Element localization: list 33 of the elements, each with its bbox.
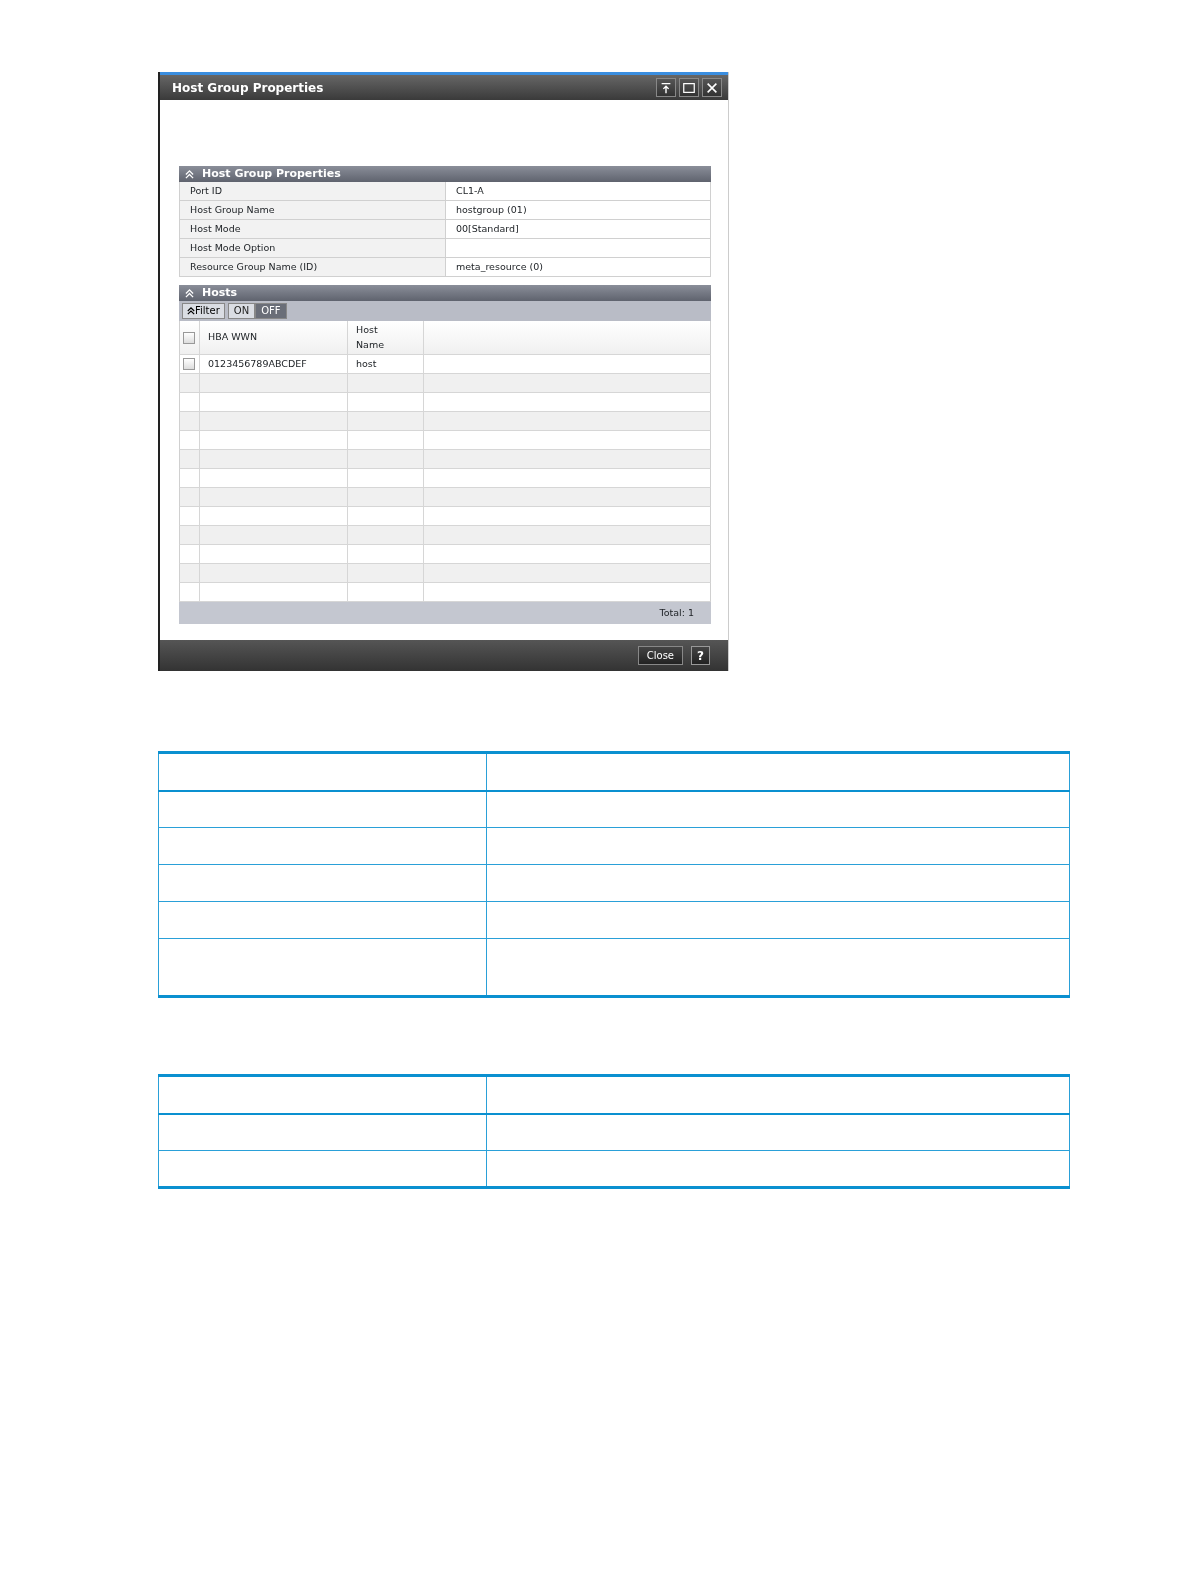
pin-button[interactable] <box>656 78 676 97</box>
filter-toggle[interactable]: ON <box>227 303 256 319</box>
close-icon <box>705 80 719 95</box>
property-label: Host Mode Option <box>180 239 446 257</box>
checkbox[interactable] <box>183 358 195 370</box>
property-label: Port ID <box>180 182 446 200</box>
property-label: Host Mode <box>180 220 446 238</box>
table-cell-text: host <box>356 356 377 371</box>
property-value: CL1-A <box>455 183 485 198</box>
close-button[interactable] <box>702 78 722 97</box>
collapse-icon[interactable] <box>185 169 194 179</box>
property-value: 00[Standard] <box>455 221 520 236</box>
close-button[interactable]: Close <box>637 646 683 665</box>
filter-toggle[interactable]: OFF <box>255 303 287 319</box>
column-header[interactable]: HBA WWN <box>208 330 258 345</box>
collapse-icon <box>187 307 195 315</box>
property-value: hostgroup (01) <box>455 202 528 217</box>
property-label: Resource Group Name (ID) <box>180 258 446 276</box>
table-cell-text: 0123456789ABCDEF <box>208 356 307 371</box>
section-title: Host Group Properties <box>202 165 341 182</box>
maximize-icon <box>682 80 696 95</box>
section-title: Hosts <box>202 284 238 301</box>
checkbox[interactable] <box>183 331 195 344</box>
property-value: meta_resource (0) <box>455 259 544 274</box>
collapse-icon[interactable] <box>185 288 194 298</box>
column-header[interactable]: Host Name <box>356 323 396 352</box>
property-label: Host Group Name <box>180 201 446 219</box>
window-title: Host Group Properties <box>172 79 324 97</box>
total-count: Total: 1 <box>659 605 694 620</box>
help-button[interactable]: ? <box>691 646 710 665</box>
filter-button[interactable]: Filter <box>182 303 225 319</box>
pin-icon <box>659 80 673 95</box>
maximize-button[interactable] <box>679 78 699 97</box>
